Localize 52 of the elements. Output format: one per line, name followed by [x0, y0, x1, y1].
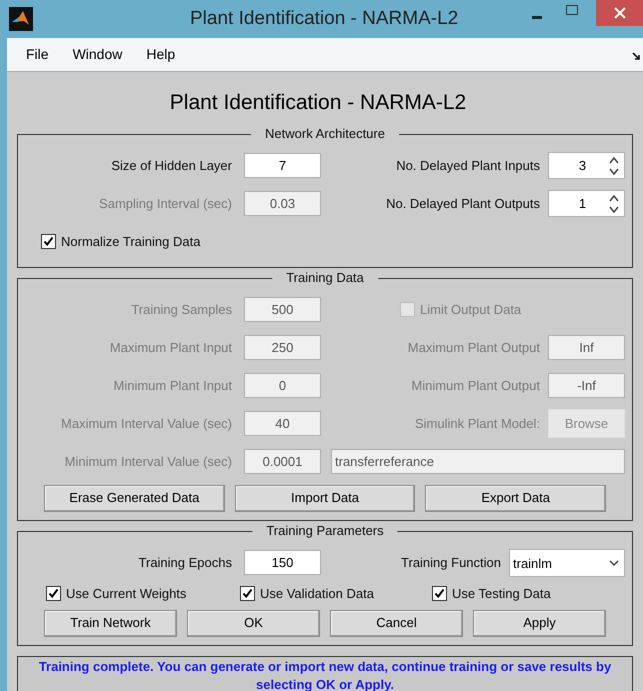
field-label: Sampling Interval (sec)	[99, 194, 232, 213]
push-button[interactable]: Train Network	[44, 610, 177, 636]
input-field[interactable]: 150	[244, 550, 321, 575]
close-icon[interactable]	[614, 7, 626, 19]
checkbox[interactable]	[240, 586, 255, 601]
field-label: Minimum Interval Value (sec)	[64, 452, 232, 471]
checkbox[interactable]	[41, 234, 56, 249]
input-field[interactable]: 7	[244, 153, 321, 178]
field-label: Use Validation Data	[260, 584, 374, 603]
field-label: Normalize Training Data	[61, 232, 200, 251]
field-label: Training Epochs	[138, 554, 232, 572]
push-button[interactable]: Export Data	[425, 484, 606, 512]
spin-arrows-icon[interactable]	[608, 154, 620, 176]
field-label: Simulink Plant Model:	[415, 414, 540, 433]
field-label: Use Current Weights	[66, 584, 186, 603]
close-button[interactable]	[596, 0, 643, 26]
field-label: Limit Output Data	[420, 300, 522, 319]
chevron-down-icon	[609, 558, 619, 566]
push-button[interactable]: Apply	[473, 610, 606, 636]
menu-item[interactable]: Help	[139, 44, 182, 65]
push-button[interactable]: Import Data	[234, 484, 416, 512]
field-label: Size of Hidden Layer	[111, 156, 232, 175]
field-label: Training Samples	[131, 300, 232, 319]
heading: Plant Identification - NARMA-L2	[168, 90, 468, 116]
menu-item[interactable]: Window	[66, 44, 130, 65]
dock-arrow-icon[interactable]	[632, 52, 641, 61]
panel-title: Network Architecture	[251, 126, 399, 142]
checkbox[interactable]	[46, 586, 61, 601]
push-button[interactable]: OK	[187, 610, 320, 636]
maximize-icon[interactable]	[566, 5, 578, 15]
field-label: Maximum Plant Output	[408, 338, 540, 357]
field-label: Minimum Plant Output	[411, 376, 540, 395]
field-label: Maximum Plant Input	[110, 338, 232, 357]
field-label: Training Function	[401, 554, 501, 572]
spinner-field[interactable]: 1	[548, 190, 625, 217]
panel-title: Training Data	[272, 270, 378, 286]
push-button[interactable]: Erase Generated Data	[44, 484, 225, 512]
field-label: No. Delayed Plant Outputs	[386, 194, 540, 213]
panel-title: Training Parameters	[252, 522, 398, 538]
window-title: Plant Identification - NARMA-L2	[190, 6, 458, 31]
menu-item[interactable]: File	[19, 44, 56, 65]
checkbox[interactable]	[432, 586, 447, 601]
field-label: No. Delayed Plant Inputs	[396, 156, 540, 175]
dropdown[interactable]: trainlm	[509, 548, 625, 576]
status-message: Training complete. You can generate or import new data, continue training or save results by selecting OK or Apply.	[17, 656, 633, 691]
field-label: Use Testing Data	[452, 584, 551, 603]
field-label: Minimum Plant Input	[114, 376, 232, 395]
app-logo-icon	[9, 7, 33, 31]
field-label: Maximum Interval Value (sec)	[61, 414, 232, 433]
spin-arrows-icon[interactable]	[608, 192, 620, 214]
push-button[interactable]: Cancel	[330, 610, 463, 636]
spinner-field[interactable]: 3	[548, 152, 625, 179]
